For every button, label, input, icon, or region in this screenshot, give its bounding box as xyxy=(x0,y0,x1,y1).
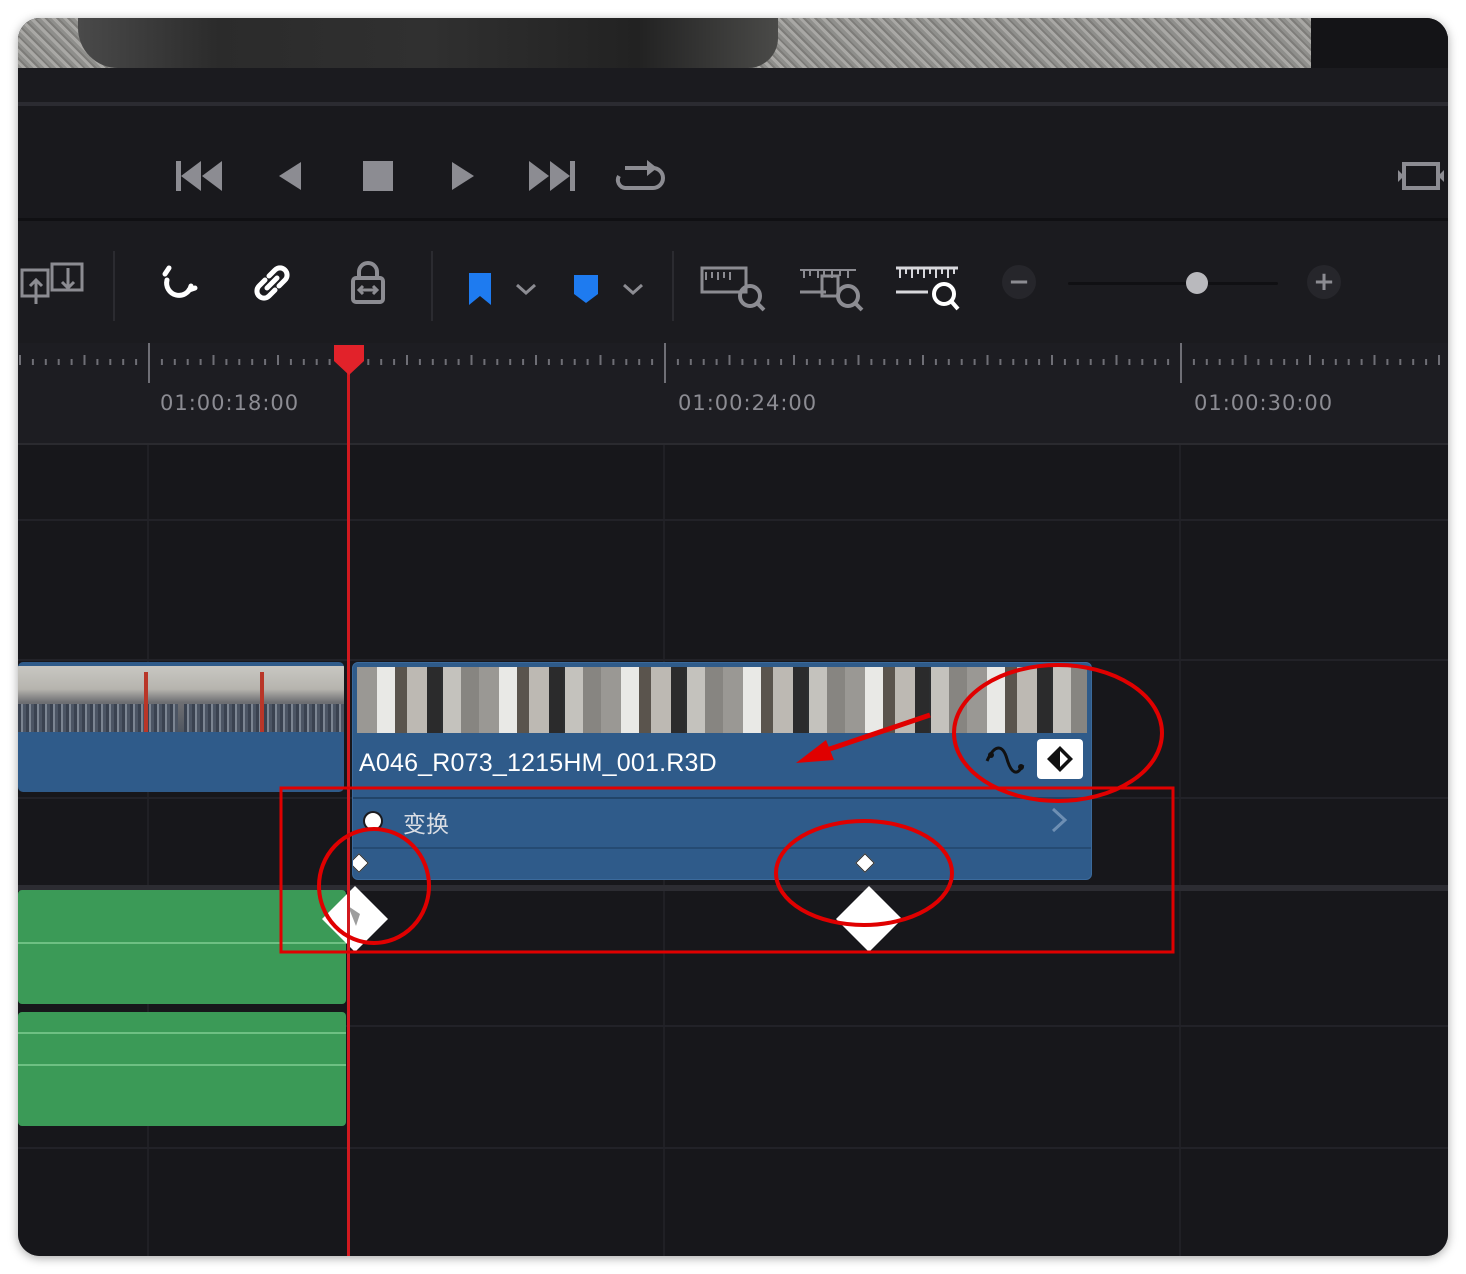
ruler-ticks xyxy=(19,343,1440,383)
zoom-full-button[interactable] xyxy=(698,259,770,315)
grid-line xyxy=(147,445,149,1256)
linked-selection-button[interactable] xyxy=(244,255,300,311)
city-buildings xyxy=(18,704,178,732)
track-divider xyxy=(18,659,1448,661)
track-divider xyxy=(18,519,1448,521)
clip-thumbnail xyxy=(18,666,344,732)
skip-to-start-button[interactable] xyxy=(173,154,227,198)
skip-to-end-button[interactable] xyxy=(524,154,578,198)
clip-name: A046_R073_1215HM_001.R3D xyxy=(359,749,717,777)
fullscreen-button[interactable] xyxy=(1394,154,1448,198)
timecode-label: 01:00:30:00 xyxy=(1194,391,1334,415)
keyframe-track-dot-icon xyxy=(365,813,381,829)
keyframe-row-divider xyxy=(353,847,1091,849)
zoom-detail-button[interactable] xyxy=(796,259,868,315)
zoom-full-icon xyxy=(700,266,766,312)
resolve-window: − + 01:00:18:00 01:00:24:00 01:00:30:00 xyxy=(18,18,1448,1256)
audio-clip-line xyxy=(18,1032,346,1034)
chevron-down-icon xyxy=(516,283,536,296)
skip-to-start-icon xyxy=(176,161,222,191)
loop-icon xyxy=(615,160,665,190)
step-back-button[interactable] xyxy=(263,154,317,198)
audio-clip[interactable] xyxy=(18,1012,346,1126)
playhead-handle[interactable] xyxy=(332,343,366,377)
thumb-cut xyxy=(1051,667,1053,733)
clip-thumbnail-strip xyxy=(357,667,1087,733)
zoom-out-button[interactable]: − xyxy=(1002,265,1036,299)
marker-dropdown[interactable] xyxy=(615,271,651,307)
toolbar-separator xyxy=(113,251,115,321)
video-clip-selected[interactable]: A046_R073_1215HM_001.R3D 变换 xyxy=(352,662,1092,880)
audio-clip[interactable] xyxy=(18,890,346,1004)
skip-to-end-icon xyxy=(529,161,575,191)
stop-icon xyxy=(363,161,393,191)
audio-clip-line xyxy=(18,1064,346,1066)
flag-button[interactable] xyxy=(458,267,502,311)
thumb-cut xyxy=(807,667,809,733)
audio-clip-line xyxy=(18,942,346,944)
city-buildings xyxy=(184,704,344,732)
city-tower xyxy=(144,672,148,732)
zoom-slider-track[interactable] xyxy=(1068,282,1278,285)
keyframe-magnified-icon xyxy=(322,886,388,952)
curve-editor-icon[interactable] xyxy=(983,739,1027,779)
grid-line xyxy=(1179,445,1181,1256)
snapping-button[interactable] xyxy=(150,255,206,311)
step-back-icon xyxy=(279,162,301,190)
insert-clip-icon xyxy=(20,262,84,304)
thumb-cut xyxy=(563,667,565,733)
marker-icon xyxy=(574,275,598,303)
keyframe-toggle-button[interactable] xyxy=(1037,739,1083,779)
thumb-cut xyxy=(441,667,443,733)
timecode-label: 01:00:24:00 xyxy=(678,391,818,415)
video-clip-previous[interactable] xyxy=(18,662,344,792)
magnet-icon xyxy=(162,265,198,298)
timeline-toolbar: − + xyxy=(18,221,1448,343)
playhead-line[interactable] xyxy=(347,370,350,1256)
thumb-cut xyxy=(685,667,687,733)
zoom-in-button[interactable]: + xyxy=(1307,265,1341,299)
transport-bar xyxy=(18,106,1448,218)
city-tower xyxy=(260,672,264,732)
keyframe-marker[interactable] xyxy=(353,853,369,873)
chevron-down-icon xyxy=(623,283,643,296)
zoom-custom-button[interactable] xyxy=(892,259,964,315)
zoom-slider-knob[interactable] xyxy=(1186,272,1208,294)
play-icon xyxy=(452,162,474,190)
keyframe-icon xyxy=(1047,746,1073,772)
keyframe-magnified-icon xyxy=(836,886,902,952)
fullscreen-icon xyxy=(1398,162,1444,190)
flag-dropdown[interactable] xyxy=(508,271,544,307)
viewer-camera-shape xyxy=(78,18,778,68)
keyframe-marker[interactable] xyxy=(855,853,875,873)
viewer-bottom-band xyxy=(18,68,1448,106)
toolbar-separator xyxy=(431,251,433,321)
play-button[interactable] xyxy=(436,154,490,198)
position-lock-button[interactable] xyxy=(340,255,396,311)
zoom-detail-icon xyxy=(800,269,864,312)
marker-button[interactable] xyxy=(564,267,608,311)
viewer-right-pane xyxy=(1311,18,1448,68)
loop-button[interactable] xyxy=(612,154,666,198)
viewer-preview xyxy=(18,18,1448,68)
thumb-cut xyxy=(929,667,931,733)
track-divider xyxy=(18,1147,1448,1149)
link-icon xyxy=(254,265,290,301)
keyframe-track-divider xyxy=(353,797,1091,799)
toolbar-separator xyxy=(672,251,674,321)
insert-overwrite-tool[interactable] xyxy=(18,255,88,311)
zoom-custom-icon xyxy=(896,266,960,311)
timecode-label: 01:00:18:00 xyxy=(160,391,300,415)
stop-button[interactable] xyxy=(351,154,405,198)
timeline-ruler[interactable]: 01:00:18:00 01:00:24:00 01:00:30:00 xyxy=(18,343,1448,443)
flag-icon xyxy=(469,273,491,305)
keyframe-track-label: 变换 xyxy=(403,812,449,838)
lock-icon xyxy=(351,261,385,304)
chevron-right-icon[interactable] xyxy=(1049,805,1069,835)
